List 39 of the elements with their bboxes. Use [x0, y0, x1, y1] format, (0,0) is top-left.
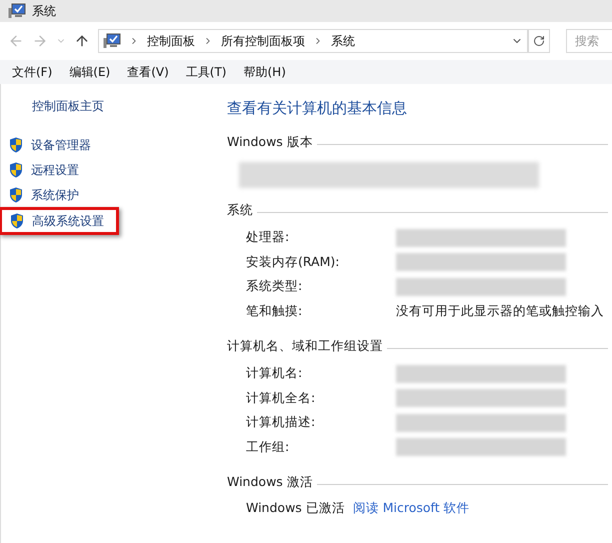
section-title: 计算机名、域和工作组设置 [227, 337, 383, 356]
page-heading: 查看有关计算机的基本信息 [227, 98, 408, 119]
breadcrumb[interactable]: 所有控制面板项 [221, 32, 305, 50]
field-value: 没有可用于此显示器的笔或触控输入 [396, 302, 604, 320]
menu-item[interactable]: 编辑(E) [69, 63, 110, 81]
field-label: 计算机名: [246, 364, 304, 382]
menu-item[interactable]: 帮助(H) [244, 63, 286, 81]
shield-icon [9, 162, 23, 178]
breadcrumb[interactable]: 系统 [331, 32, 355, 50]
field-label: 工作组: [246, 438, 290, 456]
menu-item[interactable]: 查看(V) [127, 63, 169, 81]
activation-status: Windows 已激活 [246, 499, 345, 518]
sidebar-item[interactable]: 系统保护 [1, 182, 121, 207]
computer-icon [8, 3, 26, 19]
sidebar-item[interactable]: 设备管理器 [1, 132, 121, 157]
field-label: 计算机全名: [246, 388, 316, 407]
section-title: Windows 激活 [227, 473, 313, 492]
field-label: 系统类型: [246, 277, 304, 296]
breadcrumb[interactable]: 控制面板 [147, 32, 195, 50]
refresh-icon [533, 35, 545, 47]
field-label: 笔和触摸: [246, 302, 304, 320]
sidebar-item[interactable]: 高级系统设置 [0, 207, 119, 235]
section-title: 系统 [227, 201, 253, 220]
sidebar-item[interactable]: 远程设置 [1, 157, 121, 182]
field-label: 处理器: [246, 228, 290, 246]
section-title: Windows 版本 [227, 133, 313, 152]
shield-icon [10, 213, 24, 229]
computer-icon [103, 33, 121, 49]
field-label: 安装内存(RAM): [246, 252, 340, 271]
window-title: 系统 [32, 3, 56, 20]
menu-item[interactable]: 工具(T) [186, 63, 226, 81]
license-link[interactable]: 阅读 Microsoft 软件 [352, 499, 470, 518]
shield-icon [9, 136, 23, 152]
menu-item[interactable]: 文件(F) [12, 63, 52, 81]
field-label: 计算机描述: [246, 413, 316, 432]
address-bar[interactable]: 控制面板 所有控制面板项 系统 [98, 29, 528, 53]
refresh-button[interactable] [528, 29, 550, 53]
shield-icon [9, 186, 23, 202]
sidebar-home-link[interactable]: 控制面板主页 [32, 97, 215, 115]
